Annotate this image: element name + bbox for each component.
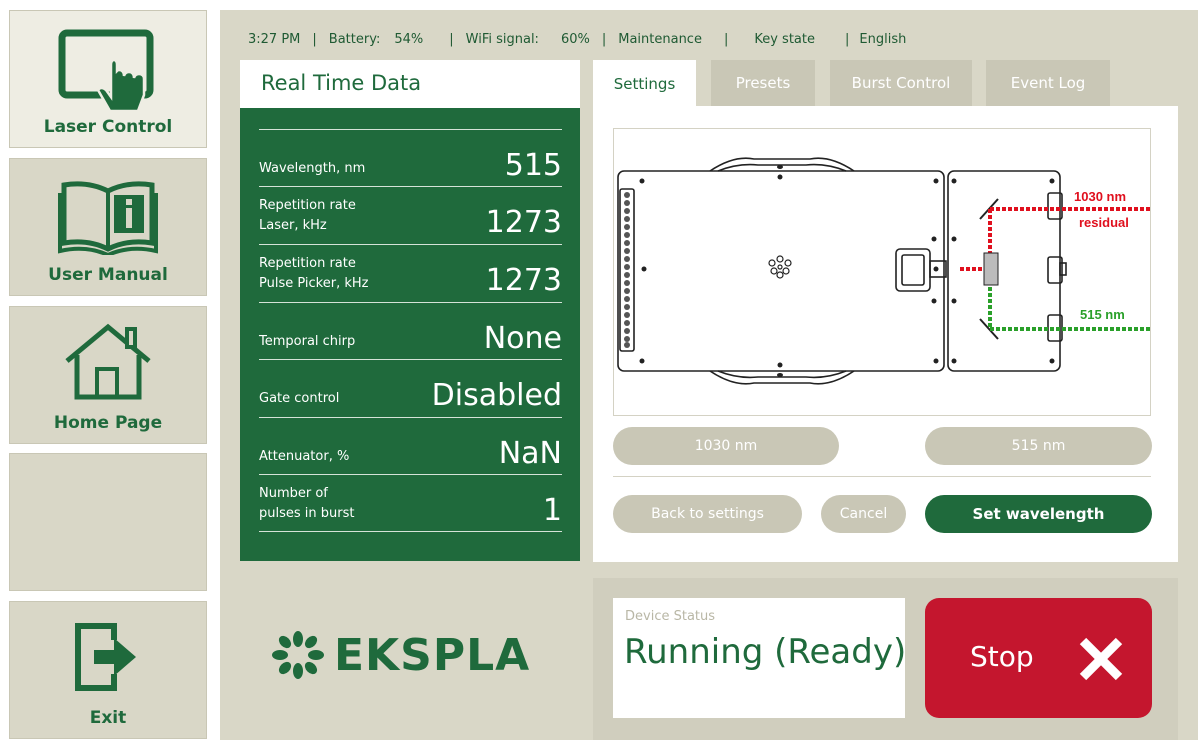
status-battery-label: Battery: [328, 31, 381, 47]
realtime-title-box: Real Time Data [240, 60, 580, 108]
diagram-label-515: 515 nm [1080, 307, 1125, 322]
beam-green [988, 281, 1152, 331]
tab-presets[interactable]: Presets [711, 60, 815, 106]
realtime-title: Real Time Data [261, 71, 422, 95]
status-battery-value: 54% [394, 31, 424, 47]
realtime-value: 1273 [485, 263, 562, 298]
back-to-settings-button[interactable]: Back to settings [613, 495, 802, 533]
settings-panel: 1030 nm residual 515 nm 1030 nm 515 nm B… [593, 106, 1178, 562]
main-area: 3:27 PM | Battery: 54% | WiFi signal: 60… [220, 10, 1198, 740]
realtime-divider [259, 531, 562, 532]
ekspla-logo-text: EKSPLA [334, 629, 531, 681]
harmonic-crystal [983, 252, 999, 286]
set-wavelength-button[interactable]: Set wavelength [925, 495, 1152, 533]
nav-laser-control-label: Laser Control [43, 117, 173, 137]
status-wifi-value: 60% [560, 31, 590, 47]
realtime-value: Disabled [431, 378, 562, 413]
diagram-label-1030: 1030 nm [1074, 189, 1126, 204]
realtime-label: Attenuator, % [259, 449, 350, 464]
device-status-value: Running (Ready) [624, 632, 907, 672]
status-time: 3:27 PM [248, 31, 301, 47]
touch-screen-icon [58, 29, 154, 111]
realtime-label: Repetition rate Laser, kHz [259, 198, 356, 233]
cancel-button[interactable]: Cancel [821, 495, 906, 533]
realtime-label: Repetition rate Pulse Picker, kHz [259, 256, 369, 291]
tab-burst-control[interactable]: Burst Control [830, 60, 972, 106]
nav-home-page[interactable]: Home Page [9, 306, 207, 444]
nav-empty-slot [9, 453, 207, 591]
realtime-label: Wavelength, nm [259, 161, 366, 176]
realtime-value: 515 [504, 148, 562, 183]
status-bar: 3:27 PM | Battery: 54% | WiFi signal: 60… [248, 31, 907, 47]
ekspla-logo: EKSPLA [272, 629, 531, 681]
tab-event-log[interactable]: Event Log [986, 60, 1110, 106]
status-key-state: Key state [754, 31, 815, 47]
device-status-label: Device Status [625, 609, 716, 624]
home-icon [65, 323, 151, 400]
nav-user-manual-label: User Manual [48, 265, 168, 285]
exit-icon [75, 623, 136, 691]
status-wifi-label: WiFi signal: [465, 31, 539, 47]
realtime-label: Number of pulses in burst [259, 486, 355, 521]
close-x-icon [1079, 637, 1123, 681]
ekspla-flower-icon [272, 631, 324, 679]
realtime-label: Temporal chirp [259, 334, 356, 349]
bottom-status-panel: Device Status Running (Ready) Stop [593, 578, 1178, 740]
realtime-row-rep-rate-laser: Repetition rate Laser, kHz 1273 [259, 186, 562, 243]
nav-user-manual[interactable]: User Manual [9, 158, 207, 296]
stop-button[interactable]: Stop [925, 598, 1152, 718]
device-status-box: Device Status Running (Ready) [613, 598, 907, 718]
realtime-row-attenuator: Attenuator, % NaN [259, 417, 562, 474]
realtime-value: None [483, 321, 562, 356]
realtime-row-gate-control: Gate control Disabled [259, 359, 562, 416]
realtime-row-pulses-in-burst: Number of pulses in burst 1 [259, 474, 562, 531]
realtime-value: 1273 [485, 205, 562, 240]
settings-divider [613, 476, 1151, 477]
tab-settings[interactable]: Settings [593, 60, 696, 108]
diagram-label-residual: residual [1079, 215, 1129, 230]
wavelength-515-button[interactable]: 515 nm [925, 427, 1152, 465]
realtime-value: NaN [498, 436, 562, 471]
laser-schematic: 1030 nm residual 515 nm [617, 157, 1152, 385]
realtime-data-panel: Wavelength, nm 515 Repetition rate Laser… [240, 108, 580, 561]
center-logo-mark [768, 255, 792, 279]
nav-exit-label: Exit [89, 708, 127, 728]
realtime-value: 1 [542, 493, 562, 528]
nav-home-page-label: Home Page [53, 413, 163, 433]
status-language[interactable]: English [859, 32, 906, 47]
realtime-row-rep-rate-picker: Repetition rate Pulse Picker, kHz 1273 [259, 244, 562, 301]
nav-exit[interactable]: Exit [9, 601, 207, 739]
realtime-row-wavelength: Wavelength, nm 515 [259, 129, 562, 186]
nav-laser-control[interactable]: Laser Control [9, 10, 207, 148]
laser-head-outline [617, 157, 1067, 385]
wavelength-1030-button[interactable]: 1030 nm [613, 427, 839, 465]
manual-book-icon [58, 181, 158, 255]
laser-layout-diagram: 1030 nm residual 515 nm [613, 128, 1152, 416]
cooling-fins [624, 192, 630, 348]
realtime-label: Gate control [259, 391, 340, 406]
status-maintenance: Maintenance [618, 31, 702, 47]
stop-label: Stop [970, 640, 1034, 673]
realtime-row-temporal-chirp: Temporal chirp None [259, 302, 562, 359]
